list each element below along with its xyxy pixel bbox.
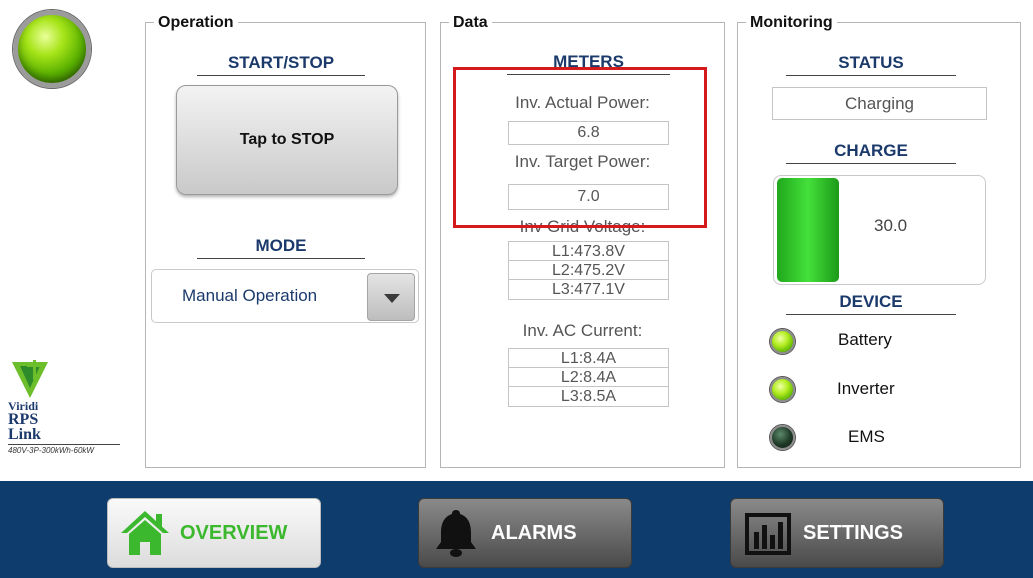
grid-voltage-row: L2:475.2V xyxy=(509,261,668,280)
logo-divider xyxy=(8,444,120,445)
actual-power-value: 6.8 xyxy=(508,121,669,145)
nav-alarms-button[interactable]: ALARMS xyxy=(418,498,632,568)
logo-product-line1: RPS xyxy=(8,411,39,428)
nav-settings-label: SETTINGS xyxy=(803,521,904,544)
start-stop-heading: START/STOP xyxy=(197,53,365,76)
ac-current-row: L2:8.4A xyxy=(509,368,668,387)
grid-voltage-row: L1:473.8V xyxy=(509,242,668,261)
grid-voltage-row: L3:477.1V xyxy=(552,281,625,298)
mode-select[interactable]: Manual Operation xyxy=(151,269,419,323)
data-title: Data xyxy=(449,14,492,32)
operation-panel: Operation START/STOP Tap to STOP MODE Ma… xyxy=(145,14,426,468)
meters-heading: METERS xyxy=(507,52,670,75)
ems-status-led-icon xyxy=(770,425,795,450)
target-power-value: 7.0 xyxy=(508,184,669,210)
inverter-status-led-icon xyxy=(770,377,795,402)
battery-status-led-icon xyxy=(770,329,795,354)
logo-product-line2: Link xyxy=(8,426,41,443)
home-icon xyxy=(121,511,169,555)
device-name-inverter: Inverter xyxy=(837,379,895,398)
mode-heading: MODE xyxy=(197,236,365,259)
bottom-nav-bar: OVERVIEW ALARMS SETTINGS xyxy=(0,481,1033,578)
bar-chart-icon xyxy=(745,513,791,555)
ac-current-table: L1:8.4A L2:8.4A L3:8.5A xyxy=(508,348,669,407)
charge-level-bar xyxy=(777,178,839,282)
dropdown-arrow-icon[interactable] xyxy=(367,273,415,321)
nav-settings-button[interactable]: SETTINGS xyxy=(730,498,944,568)
bell-icon xyxy=(436,510,476,557)
device-heading: DEVICE xyxy=(786,292,956,315)
target-power-label: Inv. Target Power: xyxy=(514,152,651,171)
mode-value: Manual Operation xyxy=(182,286,318,305)
viridi-logo: Viridi RPS Link 480V-3P-300kWh-60kW xyxy=(8,360,120,455)
operation-title: Operation xyxy=(154,14,238,32)
status-heading: STATUS xyxy=(786,53,956,76)
charge-gauge: 30.0 xyxy=(773,175,986,285)
start-stop-button[interactable]: Tap to STOP xyxy=(176,85,398,195)
ac-current-label: Inv. AC Current: xyxy=(522,321,643,340)
monitoring-title: Monitoring xyxy=(746,14,837,32)
system-status-led-icon xyxy=(13,10,91,88)
nav-alarms-label: ALARMS xyxy=(491,521,577,544)
viridi-logo-icon xyxy=(12,360,48,398)
nav-overview-label: OVERVIEW xyxy=(180,521,288,544)
system-spec: 480V-3P-300kWh-60kW xyxy=(8,446,94,455)
data-panel: Data METERS Inv. Actual Power: 6.8 Inv. … xyxy=(440,14,725,468)
nav-overview-button[interactable]: OVERVIEW xyxy=(107,498,321,568)
charge-value: 30.0 xyxy=(874,216,908,235)
grid-voltage-table: L1:473.8V L2:475.2V L3:477.1V xyxy=(508,241,669,300)
grid-voltage-label: Inv Grid Voltage: xyxy=(519,217,646,236)
device-name-battery: Battery xyxy=(838,330,892,349)
device-name-ems: EMS xyxy=(848,427,885,446)
actual-power-label: Inv. Actual Power: xyxy=(515,93,650,112)
ac-current-row: L1:8.4A xyxy=(509,349,668,368)
ac-current-row: L3:8.5A xyxy=(560,388,617,405)
charge-heading: CHARGE xyxy=(786,141,956,164)
monitoring-panel: Monitoring STATUS Charging CHARGE 30.0 D… xyxy=(737,14,1021,468)
status-value: Charging xyxy=(772,87,987,120)
